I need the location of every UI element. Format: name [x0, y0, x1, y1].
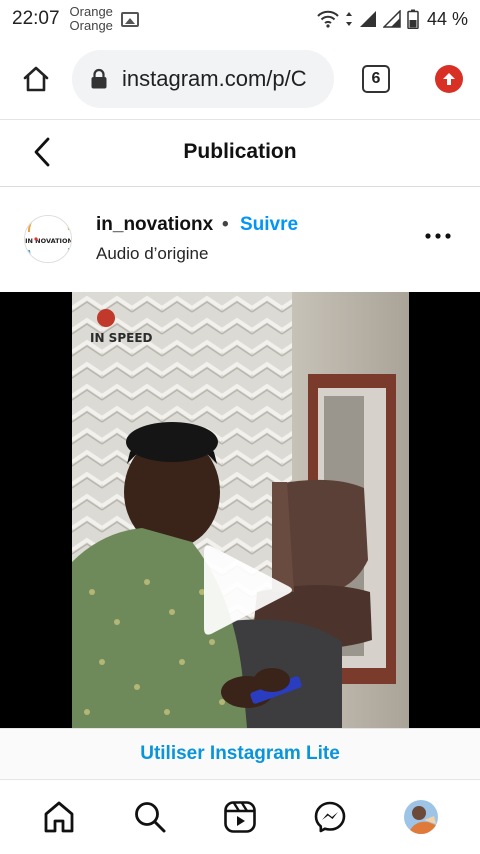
svg-text:IN SPEED: IN SPEED — [90, 331, 153, 345]
post-header: IN NOVATION in_novationx • Suivre Audio … — [0, 188, 480, 292]
search-icon — [134, 802, 166, 833]
browser-menu-button[interactable] — [418, 38, 480, 120]
messenger-icon — [315, 801, 346, 833]
nav-profile[interactable] — [391, 787, 451, 847]
carrier-labels: Orange Orange — [70, 5, 113, 33]
more-options-button[interactable] — [418, 224, 458, 248]
gallery-notification-icon — [120, 11, 139, 27]
username-separator: • — [222, 214, 229, 235]
tab-count: 6 — [362, 64, 390, 93]
update-available-icon — [435, 64, 463, 93]
battery-icon — [407, 9, 419, 29]
more-horizontal-icon — [425, 233, 451, 239]
browser-home-button[interactable] — [0, 38, 72, 120]
carrier-1: Orange — [69, 4, 113, 19]
svg-text:IN NOVATION: IN NOVATION — [25, 237, 72, 245]
reels-icon — [224, 801, 256, 833]
nav-messenger[interactable] — [300, 787, 360, 847]
data-arrows-icon — [345, 12, 352, 26]
nav-reels[interactable] — [210, 787, 270, 847]
audio-label[interactable]: Audio d’origine — [96, 244, 208, 264]
follow-button[interactable]: Suivre — [240, 214, 298, 236]
tab-switcher-button[interactable]: 6 — [334, 38, 418, 120]
home-icon — [44, 801, 74, 833]
lock-icon — [91, 68, 107, 88]
video-frame[interactable]: IN SPEED — [72, 292, 409, 728]
bottom-navigation — [0, 780, 480, 854]
profile-avatar — [403, 800, 438, 834]
address-bar[interactable]: instagram.com/p/C — [72, 49, 334, 108]
signal-1-icon — [359, 11, 376, 27]
video-player[interactable]: IN SPEED — [0, 292, 480, 728]
instagram-lite-banner[interactable]: Utiliser Instagram Lite — [0, 728, 480, 780]
battery-level: 44 % — [426, 8, 468, 29]
status-bar: 22:07 Orange Orange 44 % — [0, 0, 480, 38]
wifi-icon — [317, 10, 339, 28]
nav-search[interactable] — [120, 787, 180, 847]
innovation-logo-icon: IN NOVATION — [25, 216, 72, 262]
play-icon[interactable] — [200, 542, 296, 638]
video-thumbnail: IN SPEED — [72, 292, 409, 728]
carrier-2: Orange — [69, 18, 113, 33]
instagram-lite-link[interactable]: Utiliser Instagram Lite — [140, 743, 340, 765]
instagram-header: Publication — [0, 120, 480, 187]
url-text: instagram.com/p/C — [122, 65, 307, 91]
author-avatar[interactable]: IN NOVATION — [24, 215, 72, 263]
status-time: 22:07 — [12, 8, 60, 29]
page-title: Publication — [183, 140, 297, 163]
status-icons: 44 % — [317, 9, 468, 30]
browser-toolbar: instagram.com/p/C 6 — [0, 38, 480, 120]
home-outline-icon — [23, 66, 49, 91]
nav-home[interactable] — [29, 787, 89, 847]
signal-2-icon — [382, 10, 401, 28]
author-username[interactable]: in_novationx — [96, 214, 213, 236]
